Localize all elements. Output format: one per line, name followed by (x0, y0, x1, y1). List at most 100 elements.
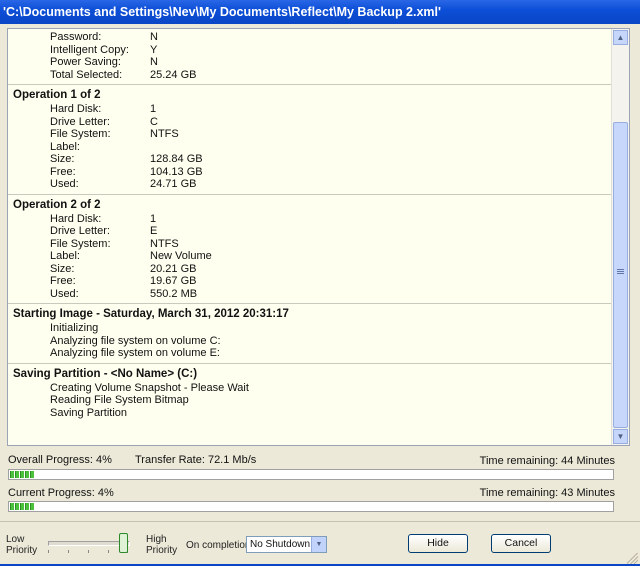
log-value: 25.24 GB (150, 68, 197, 81)
log-summary-section: Password: N Intelligent Copy: Y Power Savi… (8, 29, 613, 85)
log-value: Y (150, 43, 158, 56)
operation-2-heading: Operation 2 of 2 (13, 198, 101, 211)
scrollbar-thumb[interactable] (613, 122, 628, 428)
current-progress-label: Current Progress: 4% (8, 487, 114, 499)
log-row: Password: N (8, 31, 613, 44)
log-value: E (150, 225, 158, 237)
resize-grip-icon[interactable] (627, 553, 638, 564)
log-row: Hard Disk: 1 (8, 103, 613, 116)
log-value: 1 (150, 103, 157, 115)
current-progress-fill (10, 503, 34, 510)
log-row: File System: NTFS (8, 128, 613, 141)
operation-2-section: Operation 2 of 2 Hard Disk: 1 Drive Lette… (8, 195, 613, 304)
log-vertical-scrollbar[interactable]: ▲ ▼ (611, 29, 629, 445)
log-key: Free: (50, 275, 76, 287)
log-key: Size: (50, 262, 75, 275)
log-key: Power Saving: (50, 56, 121, 68)
priority-slider-handle[interactable] (119, 533, 128, 553)
scroll-up-arrow-icon[interactable]: ▲ (613, 30, 628, 45)
log-row: File System: NTFS (8, 238, 613, 251)
log-key: Drive Letter: (50, 225, 110, 237)
log-value: 550.2 MB (150, 287, 198, 300)
log-key: Size: (50, 153, 75, 165)
high-priority-line-1: High (146, 534, 167, 545)
log-key: Used: (50, 178, 79, 190)
grip-icon (617, 269, 624, 275)
log-value: N (150, 31, 158, 43)
log-value: 1 (150, 212, 157, 225)
log-row: Drive Letter: E (8, 225, 613, 238)
current-time-remaining: Time remaining: 43 Minutes (479, 487, 615, 499)
on-completion-dropdown[interactable]: No Shutdown ▼ (246, 536, 327, 553)
log-row: Total Selected: 25.24 GB (8, 69, 613, 82)
log-content: Password: N Intelligent Copy: Y Power Savi… (8, 29, 613, 422)
log-key: Label: (50, 140, 80, 153)
priority-slider-ticks (48, 550, 128, 553)
window-title: 'C:\Documents and Settings\Nev\My Docume… (0, 0, 640, 24)
current-progress-bar (8, 501, 614, 512)
chevron-down-icon[interactable]: ▼ (311, 537, 326, 552)
log-value: 24.71 GB (150, 178, 197, 190)
log-line: Analyzing file system on volume C: (50, 334, 221, 347)
log-value: 20.21 GB (150, 262, 197, 275)
scroll-down-arrow-icon[interactable]: ▼ (613, 429, 628, 444)
log-value: N (150, 56, 158, 68)
log-row: Power Saving: N (8, 56, 613, 69)
progress-segment (30, 503, 34, 510)
log-line: Creating Volume Snapshot - Please Wait (50, 381, 249, 394)
log-value: 128.84 GB (150, 153, 203, 165)
starting-image-heading: Starting Image - Saturday, March 31, 201… (13, 308, 289, 320)
log-line: Initializing (50, 322, 99, 334)
saving-partition-section: Saving Partition - <No Name> (C:) Creati… (8, 364, 613, 423)
progress-segment (15, 471, 19, 478)
high-priority-label: High Priority (146, 534, 177, 556)
log-row: Used: 550.2 MB (8, 288, 613, 301)
log-key: Total Selected: (50, 68, 123, 81)
progress-segment (20, 471, 24, 478)
progress-segment (20, 503, 24, 510)
operation-1-section: Operation 1 of 2 Hard Disk: 1 Drive Lette… (8, 85, 613, 195)
log-key: Drive Letter: (50, 115, 110, 128)
log-key: Hard Disk: (50, 103, 102, 115)
progress-segment (30, 471, 34, 478)
overall-progress-fill (10, 471, 34, 478)
high-priority-line-2: Priority (146, 545, 178, 556)
log-row: Size: 128.84 GB (8, 153, 613, 166)
log-key: Free: (50, 165, 76, 178)
operation-1-heading: Operation 1 of 2 (13, 89, 101, 101)
log-row: Free: 104.13 GB (8, 166, 613, 179)
low-priority-label: Low Priority (6, 534, 37, 556)
progress-segment (25, 503, 29, 510)
hide-button[interactable]: Hide (408, 534, 468, 553)
log-value: New Volume (150, 250, 212, 262)
log-row: Label: (8, 141, 613, 154)
transfer-rate: Transfer Rate: 72.1 Mb/s (135, 454, 257, 466)
backup-log-panel[interactable]: Password: N Intelligent Copy: Y Power Savi… (7, 28, 630, 446)
log-value: 19.67 GB (150, 275, 197, 287)
log-key: Password: (50, 31, 102, 43)
log-key: File System: (50, 237, 111, 250)
on-completion-selected: No Shutdown (250, 539, 311, 550)
log-value: NTFS (150, 237, 179, 250)
priority-slider-track[interactable] (48, 541, 130, 546)
log-value: 104.13 GB (150, 165, 203, 178)
log-line: Analyzing file system on volume E: (50, 347, 220, 359)
saving-partition-heading: Saving Partition - <No Name> (C:) (13, 367, 198, 380)
log-key: File System: (50, 128, 111, 140)
divider (0, 521, 640, 522)
overall-progress-bar (8, 469, 614, 480)
log-line: Reading File System Bitmap (50, 394, 189, 406)
log-key: Used: (50, 287, 79, 300)
log-row: Drive Letter: C (8, 116, 613, 129)
progress-segment (10, 471, 14, 478)
on-completion-label: On completion (186, 540, 251, 551)
log-key: Label: (50, 250, 80, 262)
cancel-button[interactable]: Cancel (491, 534, 551, 553)
log-row: Hard Disk: 1 (8, 213, 613, 226)
log-row: Free: 19.67 GB (8, 275, 613, 288)
overall-time-remaining: Time remaining: 44 Minutes (479, 455, 615, 467)
log-row: Label: New Volume (8, 250, 613, 263)
log-key: Intelligent Copy: (50, 43, 129, 56)
log-line: Saving Partition (50, 406, 128, 419)
log-value: C (150, 115, 158, 128)
